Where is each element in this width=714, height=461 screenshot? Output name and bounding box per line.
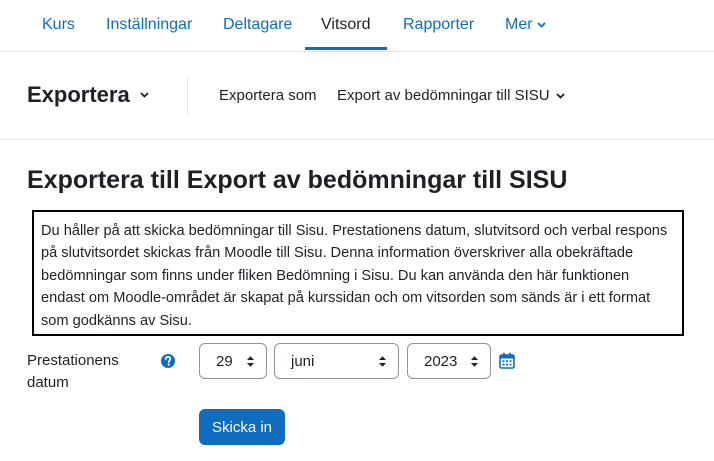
month-select[interactable]: juni: [274, 343, 399, 379]
export-menu-title: Exportera: [27, 82, 130, 107]
nav-item-label: Rapporter: [403, 16, 475, 33]
export-format-value: Export av bedömningar till SISU: [337, 87, 550, 104]
active-tab-indicator: [305, 47, 387, 50]
sort-arrows-icon: [246, 355, 255, 372]
month-select-value: juni: [291, 352, 315, 370]
nav-item-rapporter[interactable]: Rapporter: [403, 0, 474, 50]
date-field-label: Prestationens datum: [27, 352, 119, 391]
sort-arrows-icon: [470, 355, 479, 372]
nav-item-label: Mer: [505, 16, 533, 33]
page-title: Exportera till Export av bedömningar til…: [27, 166, 568, 194]
nav-item-installningar[interactable]: Inställningar: [106, 0, 192, 50]
page: Kurs Inställningar Deltagare Vitsord Rap…: [0, 0, 714, 461]
nav-item-kurs[interactable]: Kurs: [42, 0, 75, 50]
sort-arrows-icon: [378, 355, 387, 372]
info-text: Du håller på att skicka bedömningar till…: [41, 223, 668, 329]
day-select[interactable]: 29: [199, 343, 267, 379]
nav-item-mer[interactable]: Mer: [505, 0, 546, 50]
chevron-down-icon: [140, 92, 149, 98]
vertical-divider: [187, 78, 188, 114]
nav-item-label: Deltagare: [223, 16, 293, 33]
submit-button[interactable]: Skicka in: [199, 409, 285, 445]
day-select-value: 29: [216, 352, 233, 370]
year-select[interactable]: 2023: [407, 343, 491, 379]
info-box: Du håller på att skicka bedömningar till…: [32, 210, 684, 336]
calendar-icon[interactable]: [499, 352, 515, 369]
year-select-value: 2023: [424, 352, 458, 370]
nav-item-label: Vitsord: [321, 16, 371, 33]
nav-item-deltagare[interactable]: Deltagare: [223, 0, 292, 50]
question-circle-icon[interactable]: [160, 353, 176, 369]
export-as-label: Exportera som: [219, 87, 317, 104]
export-menu-dropdown[interactable]: Exportera: [27, 82, 149, 108]
export-format-dropdown[interactable]: Export av bedömningar till SISU: [337, 87, 565, 104]
nav-item-label: Kurs: [42, 16, 75, 33]
chevron-down-icon: [536, 22, 546, 28]
course-secondary-navigation: Kurs Inställningar Deltagare Vitsord Rap…: [0, 0, 714, 52]
nav-item-vitsord[interactable]: Vitsord: [321, 0, 371, 50]
tertiary-navigation: Exportera Exportera som Export av bedömn…: [0, 52, 714, 140]
chevron-down-icon: [555, 92, 565, 99]
nav-item-label: Inställningar: [106, 16, 193, 33]
